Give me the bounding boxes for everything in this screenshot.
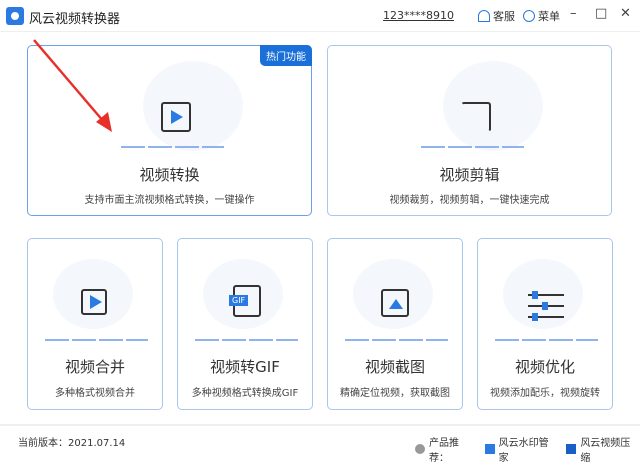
compress-app-icon — [566, 444, 577, 454]
product-link-compress[interactable]: 风云视频压缩 — [580, 434, 640, 464]
annotation-arrow — [33, 39, 112, 132]
product-link-watermark[interactable]: 风云水印管家 — [499, 434, 559, 464]
help-icon — [415, 444, 425, 454]
recommend-label: 产品推荐： — [428, 438, 459, 464]
version-text: 当前版本：2021.07.14 — [18, 438, 126, 449]
watermark-app-icon — [484, 444, 495, 454]
status-bar: 当前版本：2021.07.14 产品推荐： 风云水印管家 风云视频压缩 — [0, 424, 640, 464]
